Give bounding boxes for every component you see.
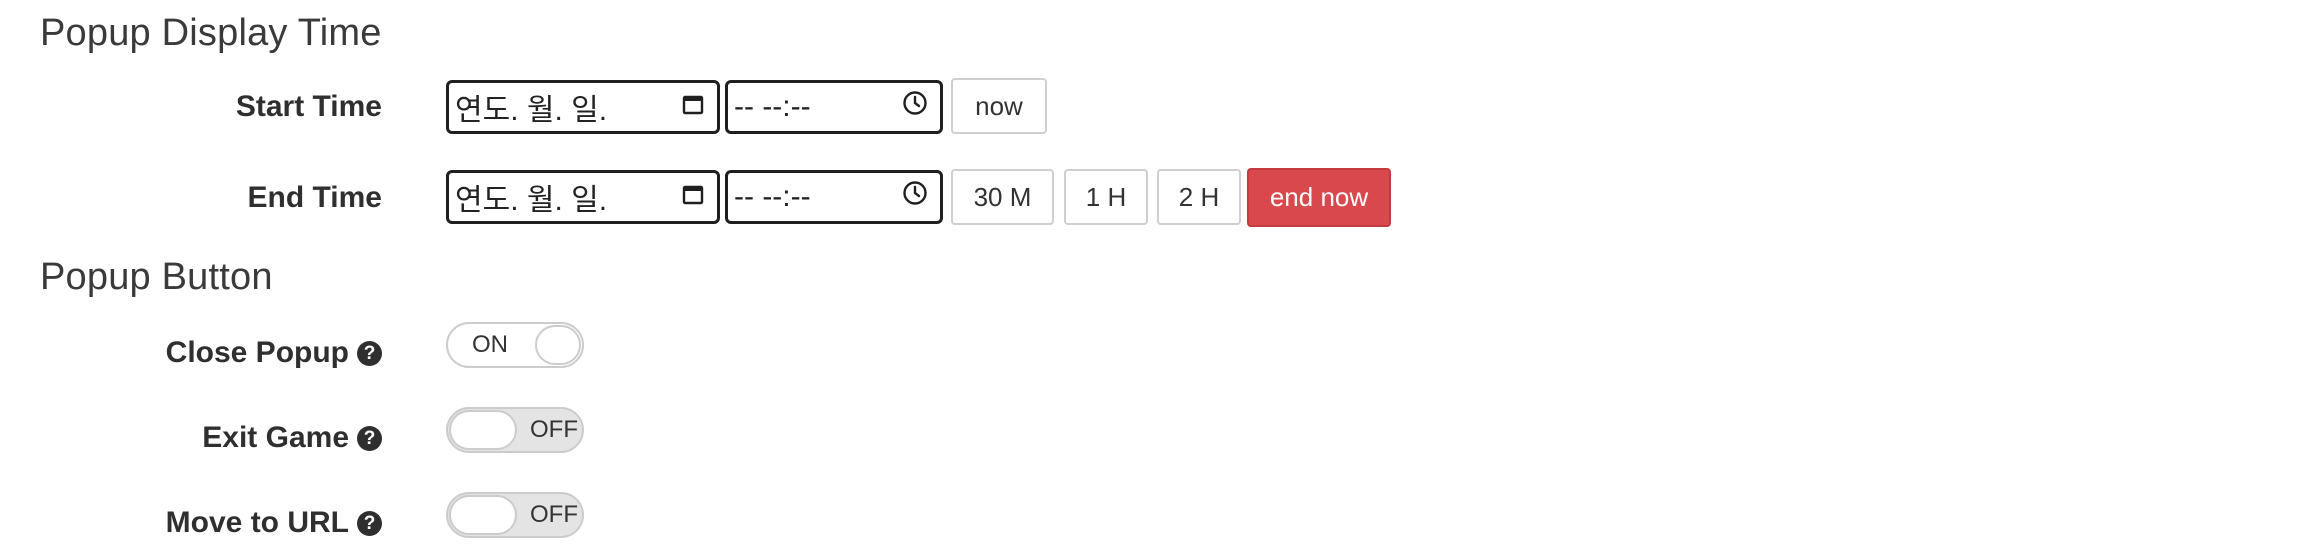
start-time-input[interactable]: -- --:-- <box>725 80 943 134</box>
add-2h-button[interactable]: 2 H <box>1157 169 1241 225</box>
add-1h-button[interactable]: 1 H <box>1064 169 1148 225</box>
toggle-knob <box>535 325 581 365</box>
start-time-label: Start Time <box>236 90 382 124</box>
clock-icon[interactable] <box>902 180 928 214</box>
clock-icon[interactable] <box>902 90 928 124</box>
toggle-state-label: ON <box>472 331 508 358</box>
start-now-button[interactable]: now <box>951 78 1047 134</box>
end-date-value: 연도. 월. 일. <box>455 184 608 217</box>
start-time-label-text: Start Time <box>235 90 382 123</box>
question-circle-icon[interactable]: ? <box>357 425 382 451</box>
toggle-knob <box>449 410 517 450</box>
start-date-value: 연도. 월. 일. <box>455 94 608 127</box>
close-popup-label-text: Close Popup <box>165 336 349 369</box>
section-title-popup-button: Popup Button <box>40 256 273 298</box>
end-time-label-text: End Time <box>247 181 382 214</box>
section-title-display-time: Popup Display Time <box>40 12 382 54</box>
end-time-input[interactable]: -- --:-- <box>725 170 943 224</box>
close-popup-label: Close Popup ? <box>166 336 382 370</box>
end-time-value: -- --:-- <box>734 180 811 213</box>
start-time-value: -- --:-- <box>734 90 811 123</box>
calendar-icon[interactable] <box>681 180 705 214</box>
move-to-url-toggle[interactable]: OFF <box>446 492 584 538</box>
exit-game-label: Exit Game ? <box>202 421 382 455</box>
toggle-state-label: OFF <box>530 501 578 528</box>
question-circle-icon[interactable]: ? <box>357 340 382 366</box>
toggle-knob <box>449 495 517 535</box>
end-time-label: End Time <box>248 181 382 215</box>
end-now-button[interactable]: end now <box>1247 168 1391 227</box>
exit-game-toggle[interactable]: OFF <box>446 407 584 453</box>
end-date-input[interactable]: 연도. 월. 일. <box>446 170 720 224</box>
exit-game-label-text: Exit Game <box>202 421 349 454</box>
calendar-icon[interactable] <box>681 90 705 124</box>
add-30m-button[interactable]: 30 M <box>951 169 1054 225</box>
question-circle-icon[interactable]: ? <box>357 510 382 536</box>
start-date-input[interactable]: 연도. 월. 일. <box>446 80 720 134</box>
move-to-url-label: Move to URL ? <box>166 506 382 540</box>
toggle-state-label: OFF <box>530 416 578 443</box>
move-to-url-label-text: Move to URL <box>165 506 349 539</box>
close-popup-toggle[interactable]: ON <box>446 322 584 368</box>
